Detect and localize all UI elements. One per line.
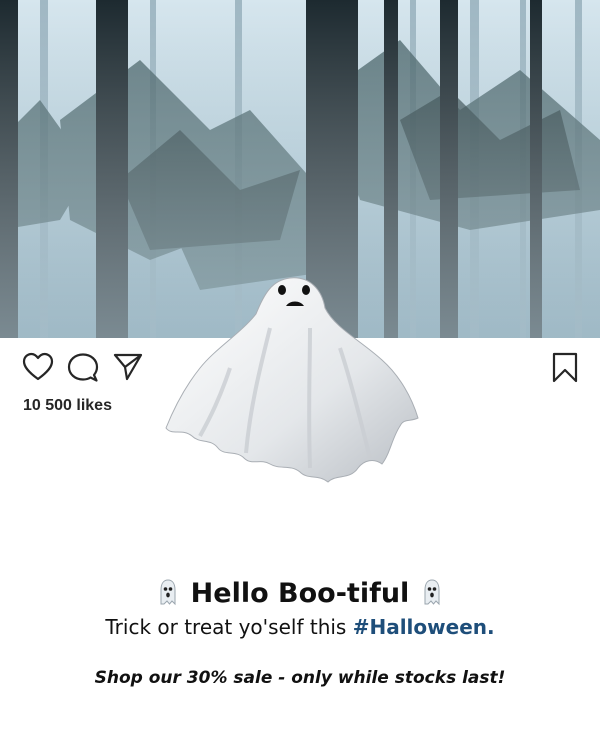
comment-bubble-icon[interactable]	[67, 352, 99, 384]
halloween-hashtag-link[interactable]: #Halloween.	[353, 615, 495, 639]
caption-subline: Trick or treat yo'self this #Halloween.	[0, 612, 600, 642]
heart-icon[interactable]	[22, 352, 54, 382]
ghost-emoji-icon	[424, 578, 440, 605]
bookmark-icon[interactable]	[551, 352, 579, 384]
ghost-illustration	[165, 277, 419, 483]
ghost-emoji-icon	[160, 578, 176, 605]
likes-count: 10 500 likes	[23, 397, 112, 414]
sale-promo-text: Shop our 30% sale - only while stocks la…	[94, 668, 506, 688]
subline-text: Trick or treat yo'self this	[105, 615, 347, 639]
post-caption: Hello Boo-tiful Trick or treat yo'self t…	[0, 572, 600, 688]
caption-headline: Hello Boo-tiful	[0, 572, 600, 616]
paper-plane-icon[interactable]	[113, 353, 143, 381]
headline-text: Hello Boo-tiful	[190, 578, 410, 609]
